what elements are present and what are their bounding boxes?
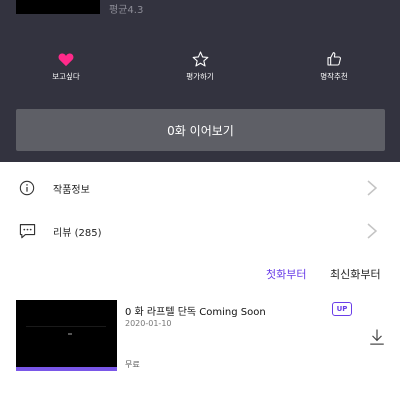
heart-icon [57,50,75,68]
top-panel: 평균4.3 보고싶다 평가하기 명작추천 0화 이어보기 [0,0,400,162]
thumbnail-artifact [68,333,72,335]
review-row[interactable]: 리뷰 (285) [0,209,400,253]
episode-title[interactable]: 0 화 라프텔 단독 Coming Soon [125,303,266,318]
sort-first-episode-button[interactable]: 첫화부터 [266,266,306,282]
work-info-label: 작품정보 [53,184,90,196]
rate-label: 평가하기 [186,72,214,81]
want-to-watch-label: 보고싶다 [52,72,80,81]
average-rating: 평균4.3 [109,5,144,16]
chevron-right-icon [366,180,378,196]
recommend-button[interactable]: 명작추천 [294,50,374,82]
watch-progress-bar [16,367,117,371]
download-icon [368,329,386,350]
info-icon [18,179,36,197]
episode-date: 2020-01-10 [125,319,172,328]
work-info-row[interactable]: 작품정보 [0,166,400,210]
recommend-label: 명작추천 [320,72,348,81]
thumbs-up-icon [325,50,343,68]
download-button[interactable] [368,328,386,346]
comment-icon [18,222,36,240]
episode-thumbnail[interactable] [16,300,117,371]
sort-latest-episode-button[interactable]: 최신화부터 [330,266,381,282]
up-badge: UP [332,302,352,316]
rate-button[interactable]: 평가하기 [160,50,240,82]
action-bar: 보고싶다 평가하기 명작추천 [0,50,400,90]
series-thumbnail [16,0,100,14]
continue-watching-button[interactable]: 0화 이어보기 [16,109,385,151]
want-to-watch-button[interactable]: 보고싶다 [26,50,106,82]
episode-price: 무료 [125,360,140,369]
chevron-right-icon [366,223,378,239]
thumbnail-artifact [26,326,106,327]
review-label: 리뷰 (285) [53,227,102,239]
star-icon [191,50,209,68]
